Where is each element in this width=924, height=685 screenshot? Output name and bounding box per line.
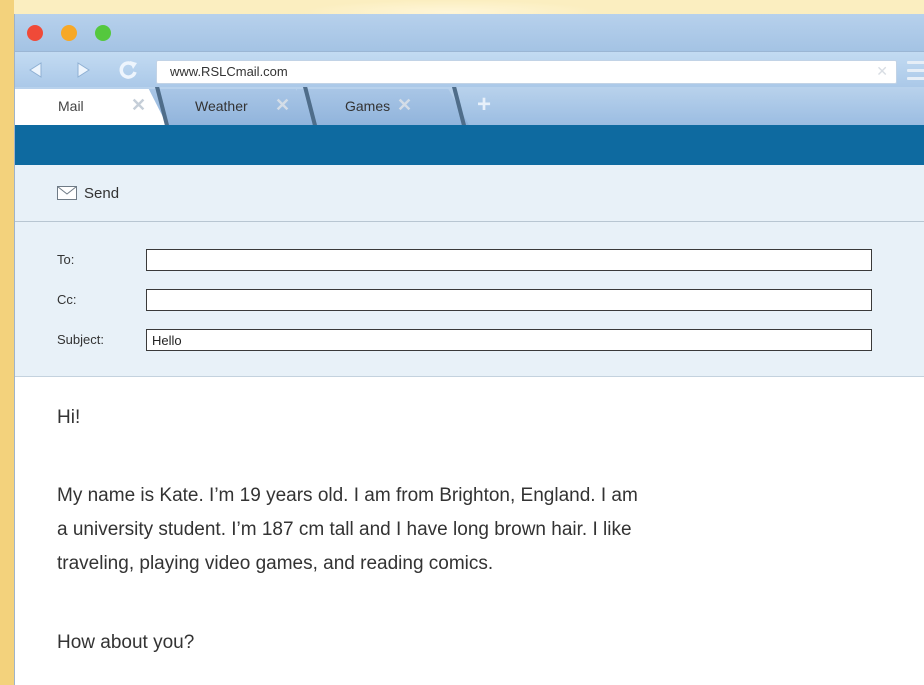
new-tab-plus-icon[interactable]: + (477, 91, 491, 119)
maximize-window-button[interactable] (95, 25, 111, 41)
message-line: traveling, playing video games, and read… (57, 553, 494, 574)
tab-strip: Mail ✕ Weather ✕ Games ✕ + (15, 87, 924, 125)
compose-toolbar: Send (15, 165, 924, 222)
clear-url-icon[interactable]: ✕ (876, 63, 888, 80)
to-row: To: (15, 249, 924, 273)
tab-weather-label: Weather (195, 98, 248, 114)
message-body[interactable]: Hi! My name is Kate. I’m 19 years old. I… (15, 377, 924, 685)
subject-field[interactable] (146, 329, 872, 351)
cc-field[interactable] (146, 289, 872, 311)
send-label: Send (84, 185, 120, 202)
back-arrow-icon[interactable] (23, 57, 49, 83)
title-bar (15, 14, 924, 51)
minimize-window-button[interactable] (61, 25, 77, 41)
message-paragraph: My name is Kate. I’m 19 years old. I am … (57, 479, 877, 581)
browser-window: www.RSLCmail.com ✕ Mail ✕ Weather ✕ Game… (14, 14, 924, 685)
refresh-icon[interactable] (115, 57, 141, 83)
envelope-icon (57, 186, 77, 200)
navigation-bar: www.RSLCmail.com ✕ (15, 51, 924, 88)
message-greeting: Hi! (57, 407, 81, 428)
subject-row: Subject: (15, 329, 924, 353)
close-tab-icon[interactable]: ✕ (397, 95, 412, 116)
close-window-button[interactable] (27, 25, 43, 41)
compose-headers: To: Cc: Subject: (15, 222, 924, 377)
forward-arrow-icon[interactable] (70, 57, 96, 83)
cc-label: Cc: (57, 292, 77, 307)
page-background-strip (0, 0, 14, 685)
tab-games-label: Games (345, 98, 391, 114)
menu-icon[interactable] (907, 61, 924, 85)
url-text: www.RSLCmail.com (170, 64, 288, 79)
to-label: To: (57, 252, 75, 267)
message-line: a university student. I’m 187 cm tall an… (57, 519, 632, 540)
tab-weather[interactable]: Weather ✕ (148, 89, 316, 125)
close-tab-icon[interactable]: ✕ (275, 95, 290, 116)
tab-mail[interactable]: Mail ✕ (15, 89, 167, 125)
to-field[interactable] (146, 249, 872, 271)
close-tab-icon[interactable]: ✕ (131, 95, 146, 116)
cc-row: Cc: (15, 289, 924, 313)
address-bar[interactable]: www.RSLCmail.com ✕ (156, 60, 897, 84)
subject-label: Subject: (57, 332, 104, 347)
accent-bar (15, 125, 924, 165)
message-closing: How about you? (57, 632, 195, 653)
tab-games[interactable]: Games ✕ (297, 89, 469, 125)
tab-mail-label: Mail (58, 98, 84, 114)
message-line: My name is Kate. I’m 19 years old. I am … (57, 485, 638, 506)
